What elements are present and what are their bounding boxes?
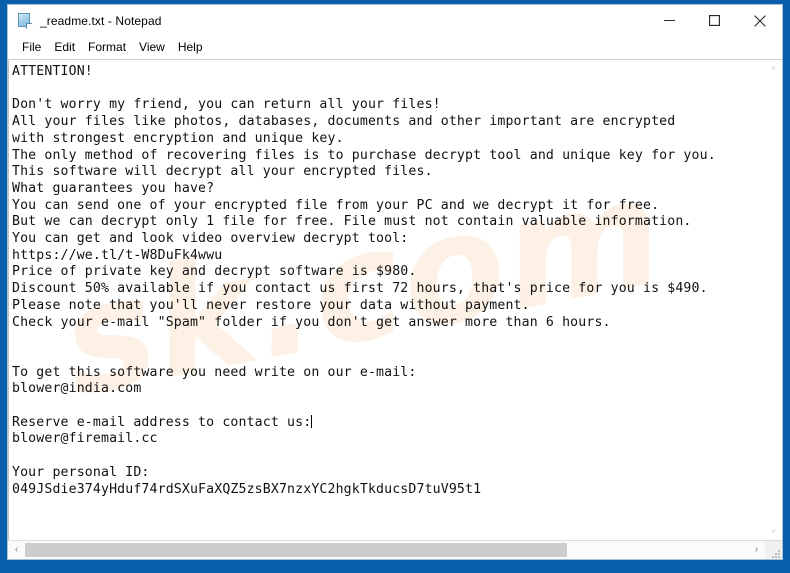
- window-controls: [647, 5, 782, 36]
- editor-row: sk.com ATTENTION! Don't worry my friend,…: [8, 60, 782, 540]
- scroll-left-arrow-icon[interactable]: ‹: [8, 541, 25, 559]
- maximize-button[interactable]: [692, 5, 737, 36]
- window-resize-grip[interactable]: [765, 541, 782, 559]
- text-caret: [311, 414, 313, 428]
- editor-region: sk.com ATTENTION! Don't worry my friend,…: [8, 59, 782, 559]
- ransom-note-text[interactable]: ATTENTION! Don't worry my friend, you ca…: [9, 60, 764, 498]
- close-button[interactable]: [737, 5, 782, 36]
- notepad-window: _readme.txt - Notepad File Edit Format V…: [7, 4, 783, 560]
- minimize-button[interactable]: [647, 5, 692, 36]
- vertical-scrollbar[interactable]: ˄ ˅: [764, 60, 782, 540]
- desktop-background: _readme.txt - Notepad File Edit Format V…: [0, 0, 790, 573]
- scroll-right-arrow-icon[interactable]: ›: [748, 541, 765, 559]
- notepad-document-icon: [17, 12, 33, 29]
- maximize-icon: [709, 15, 720, 26]
- vertical-scroll-track[interactable]: [765, 77, 782, 523]
- title-bar[interactable]: _readme.txt - Notepad: [8, 5, 782, 36]
- scroll-up-arrow-icon[interactable]: ˄: [765, 60, 782, 77]
- close-icon: [753, 14, 766, 27]
- title-bar-left: _readme.txt - Notepad: [8, 12, 162, 29]
- menu-item-view[interactable]: View: [133, 38, 172, 57]
- window-title: _readme.txt - Notepad: [40, 13, 162, 28]
- menu-item-format[interactable]: Format: [82, 38, 133, 57]
- text-editor-area[interactable]: sk.com ATTENTION! Don't worry my friend,…: [8, 60, 764, 540]
- scroll-down-arrow-icon[interactable]: ˅: [765, 523, 782, 540]
- menu-bar: File Edit Format View Help: [8, 36, 782, 59]
- ransom-note-text-part1: ATTENTION! Don't worry my friend, you ca…: [12, 64, 716, 430]
- horizontal-scroll-track[interactable]: [25, 541, 748, 559]
- horizontal-scrollbar[interactable]: ‹ ›: [8, 541, 765, 559]
- menu-item-help[interactable]: Help: [172, 38, 210, 57]
- menu-item-file[interactable]: File: [16, 38, 48, 57]
- menu-item-edit[interactable]: Edit: [48, 38, 82, 57]
- horizontal-scrollbar-row: ‹ ›: [8, 540, 782, 559]
- minimize-icon: [664, 20, 675, 21]
- horizontal-scroll-thumb[interactable]: [25, 543, 568, 557]
- ransom-note-text-part2: blower@firemail.cc Your personal ID: 049…: [12, 431, 482, 497]
